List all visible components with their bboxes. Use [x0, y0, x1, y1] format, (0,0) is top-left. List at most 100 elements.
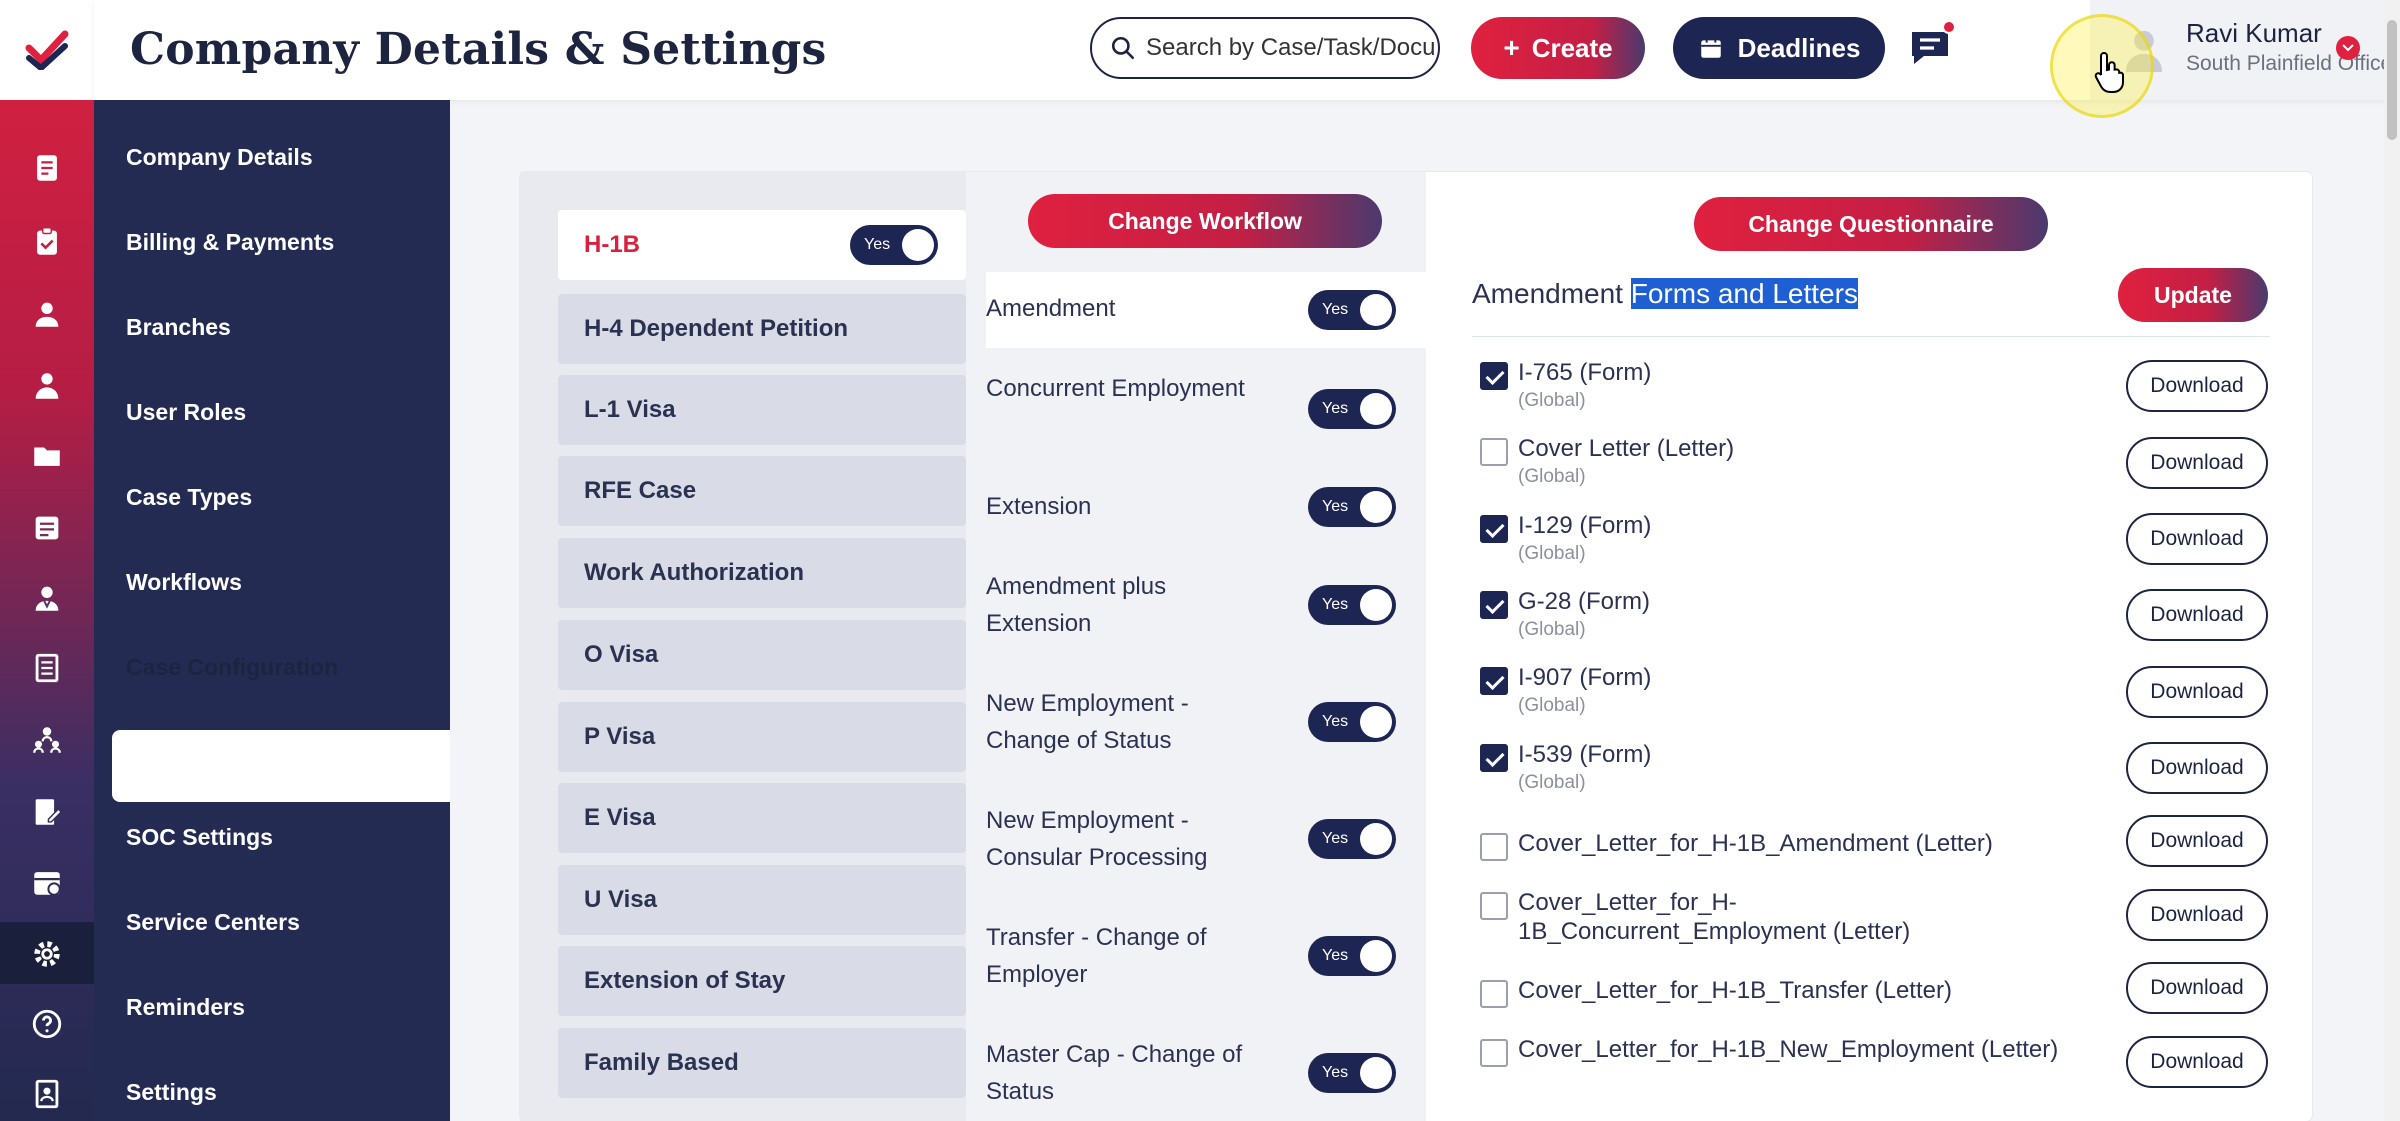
nav-reminders[interactable]: Reminders [126, 994, 245, 1021]
nav-service-centers[interactable]: Service Centers [126, 909, 300, 936]
form-checkbox[interactable] [1480, 833, 1508, 861]
nav-workflows[interactable]: Workflows [126, 569, 242, 596]
forms-icon[interactable] [27, 148, 67, 188]
download-button[interactable]: Download [2126, 815, 2268, 867]
toggle-knob [1360, 393, 1392, 425]
workflow-toggle[interactable]: Yes [1308, 702, 1396, 742]
download-button[interactable]: Download [2126, 962, 2268, 1014]
download-button[interactable]: Download [2126, 666, 2268, 718]
case-type-h1b-toggle[interactable]: Yes [850, 225, 938, 265]
form-checkbox[interactable] [1480, 980, 1508, 1008]
form-checkbox[interactable] [1480, 744, 1508, 772]
attorney-icon[interactable] [27, 578, 67, 618]
case-type-item[interactable]: RFE Case [558, 456, 966, 526]
workflow-item[interactable]: Transfer - Change of Employer [986, 919, 1246, 993]
deadlines-label: Deadlines [1737, 32, 1861, 63]
case-type-item[interactable]: P Visa [558, 702, 966, 772]
case-type-label: Extension of Stay [584, 967, 786, 994]
case-type-label: U Visa [584, 886, 657, 913]
form-checkbox[interactable] [1480, 438, 1508, 466]
toggle-label: Yes [1322, 947, 1349, 964]
plus-icon: + [1503, 32, 1520, 63]
nav-case-types[interactable]: Case Types [126, 484, 252, 511]
logo-icon [25, 30, 69, 70]
download-button[interactable]: Download [2126, 889, 2268, 941]
scrollbar-thumb[interactable] [2387, 20, 2397, 140]
form-checkbox[interactable] [1480, 667, 1508, 695]
nav-branches[interactable]: Branches [126, 314, 231, 341]
download-button[interactable]: Download [2126, 513, 2268, 565]
search-input[interactable] [1146, 34, 1436, 62]
create-label: Create [1531, 32, 1613, 63]
toggle-label: Yes [1322, 400, 1349, 417]
nav-case-configuration[interactable]: Case Configuration [126, 654, 338, 681]
download-button[interactable]: Download [2126, 360, 2268, 412]
address-book-icon[interactable] [27, 1074, 67, 1114]
toggle-knob [1360, 294, 1392, 326]
case-type-item[interactable]: Extension of Stay [558, 946, 966, 1016]
case-type-item[interactable]: O Visa [558, 620, 966, 690]
team-icon[interactable] [27, 366, 67, 406]
nav-soc-settings[interactable]: SOC Settings [126, 824, 273, 851]
update-button[interactable]: Update [2118, 268, 2268, 322]
app-logo[interactable] [0, 0, 94, 100]
nav-case-code-configuration[interactable]: Case Code Configuration [126, 739, 402, 766]
case-type-item[interactable]: Work Authorization [558, 538, 966, 608]
download-button[interactable]: Download [2126, 589, 2268, 641]
messages-button[interactable] [1906, 20, 1956, 72]
change-workflow-button[interactable]: Change Workflow [1028, 194, 1382, 248]
case-type-item[interactable]: E Visa [558, 783, 966, 853]
form-name: G-28 (Form) [1518, 588, 1650, 615]
toggle-knob [902, 229, 934, 261]
case-type-item[interactable]: L-1 Visa [558, 375, 966, 445]
edit-document-icon[interactable] [27, 792, 67, 832]
workflow-item[interactable]: Amendment plus Extension [986, 568, 1246, 642]
client-icon[interactable] [27, 294, 67, 334]
workflow-toggle[interactable]: Yes [1308, 819, 1396, 859]
settings-gear-icon[interactable] [27, 934, 67, 974]
clipboard-icon[interactable] [27, 222, 67, 262]
workflow-toggle[interactable]: Yes [1308, 1053, 1396, 1093]
case-type-item[interactable]: Family Based [558, 1028, 966, 1098]
nav-user-roles[interactable]: User Roles [126, 399, 246, 426]
calendar-icon[interactable] [27, 862, 67, 902]
case-type-item[interactable]: U Visa [558, 865, 966, 935]
download-button[interactable]: Download [2126, 742, 2268, 794]
form-checkbox[interactable] [1480, 515, 1508, 543]
nav-company-details[interactable]: Company Details [126, 144, 313, 171]
workflow-item[interactable]: Master Cap - Change of Status [986, 1036, 1256, 1110]
document-list-icon[interactable] [27, 648, 67, 688]
help-icon[interactable] [27, 1004, 67, 1044]
case-type-item[interactable]: H-4 Dependent Petition [558, 294, 966, 364]
workflow-toggle[interactable]: Yes [1308, 389, 1396, 429]
workflow-item[interactable]: Concurrent Employment [986, 370, 1246, 407]
folder-icon[interactable] [27, 436, 67, 476]
change-questionnaire-button[interactable]: Change Questionnaire [1694, 197, 2048, 251]
workflow-toggle[interactable]: Yes [1308, 290, 1396, 330]
form-scope: (Global) [1518, 390, 1586, 411]
chevron-down-icon[interactable] [2336, 36, 2360, 60]
download-button[interactable]: Download [2126, 437, 2268, 489]
toggle-label: Yes [1322, 713, 1349, 730]
nav-settings[interactable]: Settings [126, 1079, 217, 1106]
form-checkbox[interactable] [1480, 362, 1508, 390]
user-name: Ravi Kumar [2186, 18, 2322, 48]
workflow-toggle[interactable]: Yes [1308, 585, 1396, 625]
workflow-item[interactable]: New Employment - Consular Processing [986, 802, 1256, 876]
search-box[interactable] [1090, 17, 1440, 79]
org-chart-icon[interactable] [27, 720, 67, 760]
form-name: I-129 (Form) [1518, 512, 1652, 539]
download-button[interactable]: Download [2126, 1036, 2268, 1088]
create-button[interactable]: + Create [1471, 17, 1645, 79]
workflow-item[interactable]: New Employment - Change of Status [986, 685, 1256, 759]
form-checkbox[interactable] [1480, 892, 1508, 920]
form-checkbox[interactable] [1480, 1039, 1508, 1067]
nav-billing-payments[interactable]: Billing & Payments [126, 229, 334, 256]
form-name: Cover_Letter_for_H-1B_New_Employment (Le… [1518, 1036, 2059, 1063]
workflow-toggle[interactable]: Yes [1308, 487, 1396, 527]
page-scrollbar[interactable] [2384, 0, 2400, 1121]
workflow-toggle[interactable]: Yes [1308, 936, 1396, 976]
form-checkbox[interactable] [1480, 591, 1508, 619]
deadlines-button[interactable]: Deadlines [1673, 17, 1885, 79]
notes-icon[interactable] [27, 508, 67, 548]
